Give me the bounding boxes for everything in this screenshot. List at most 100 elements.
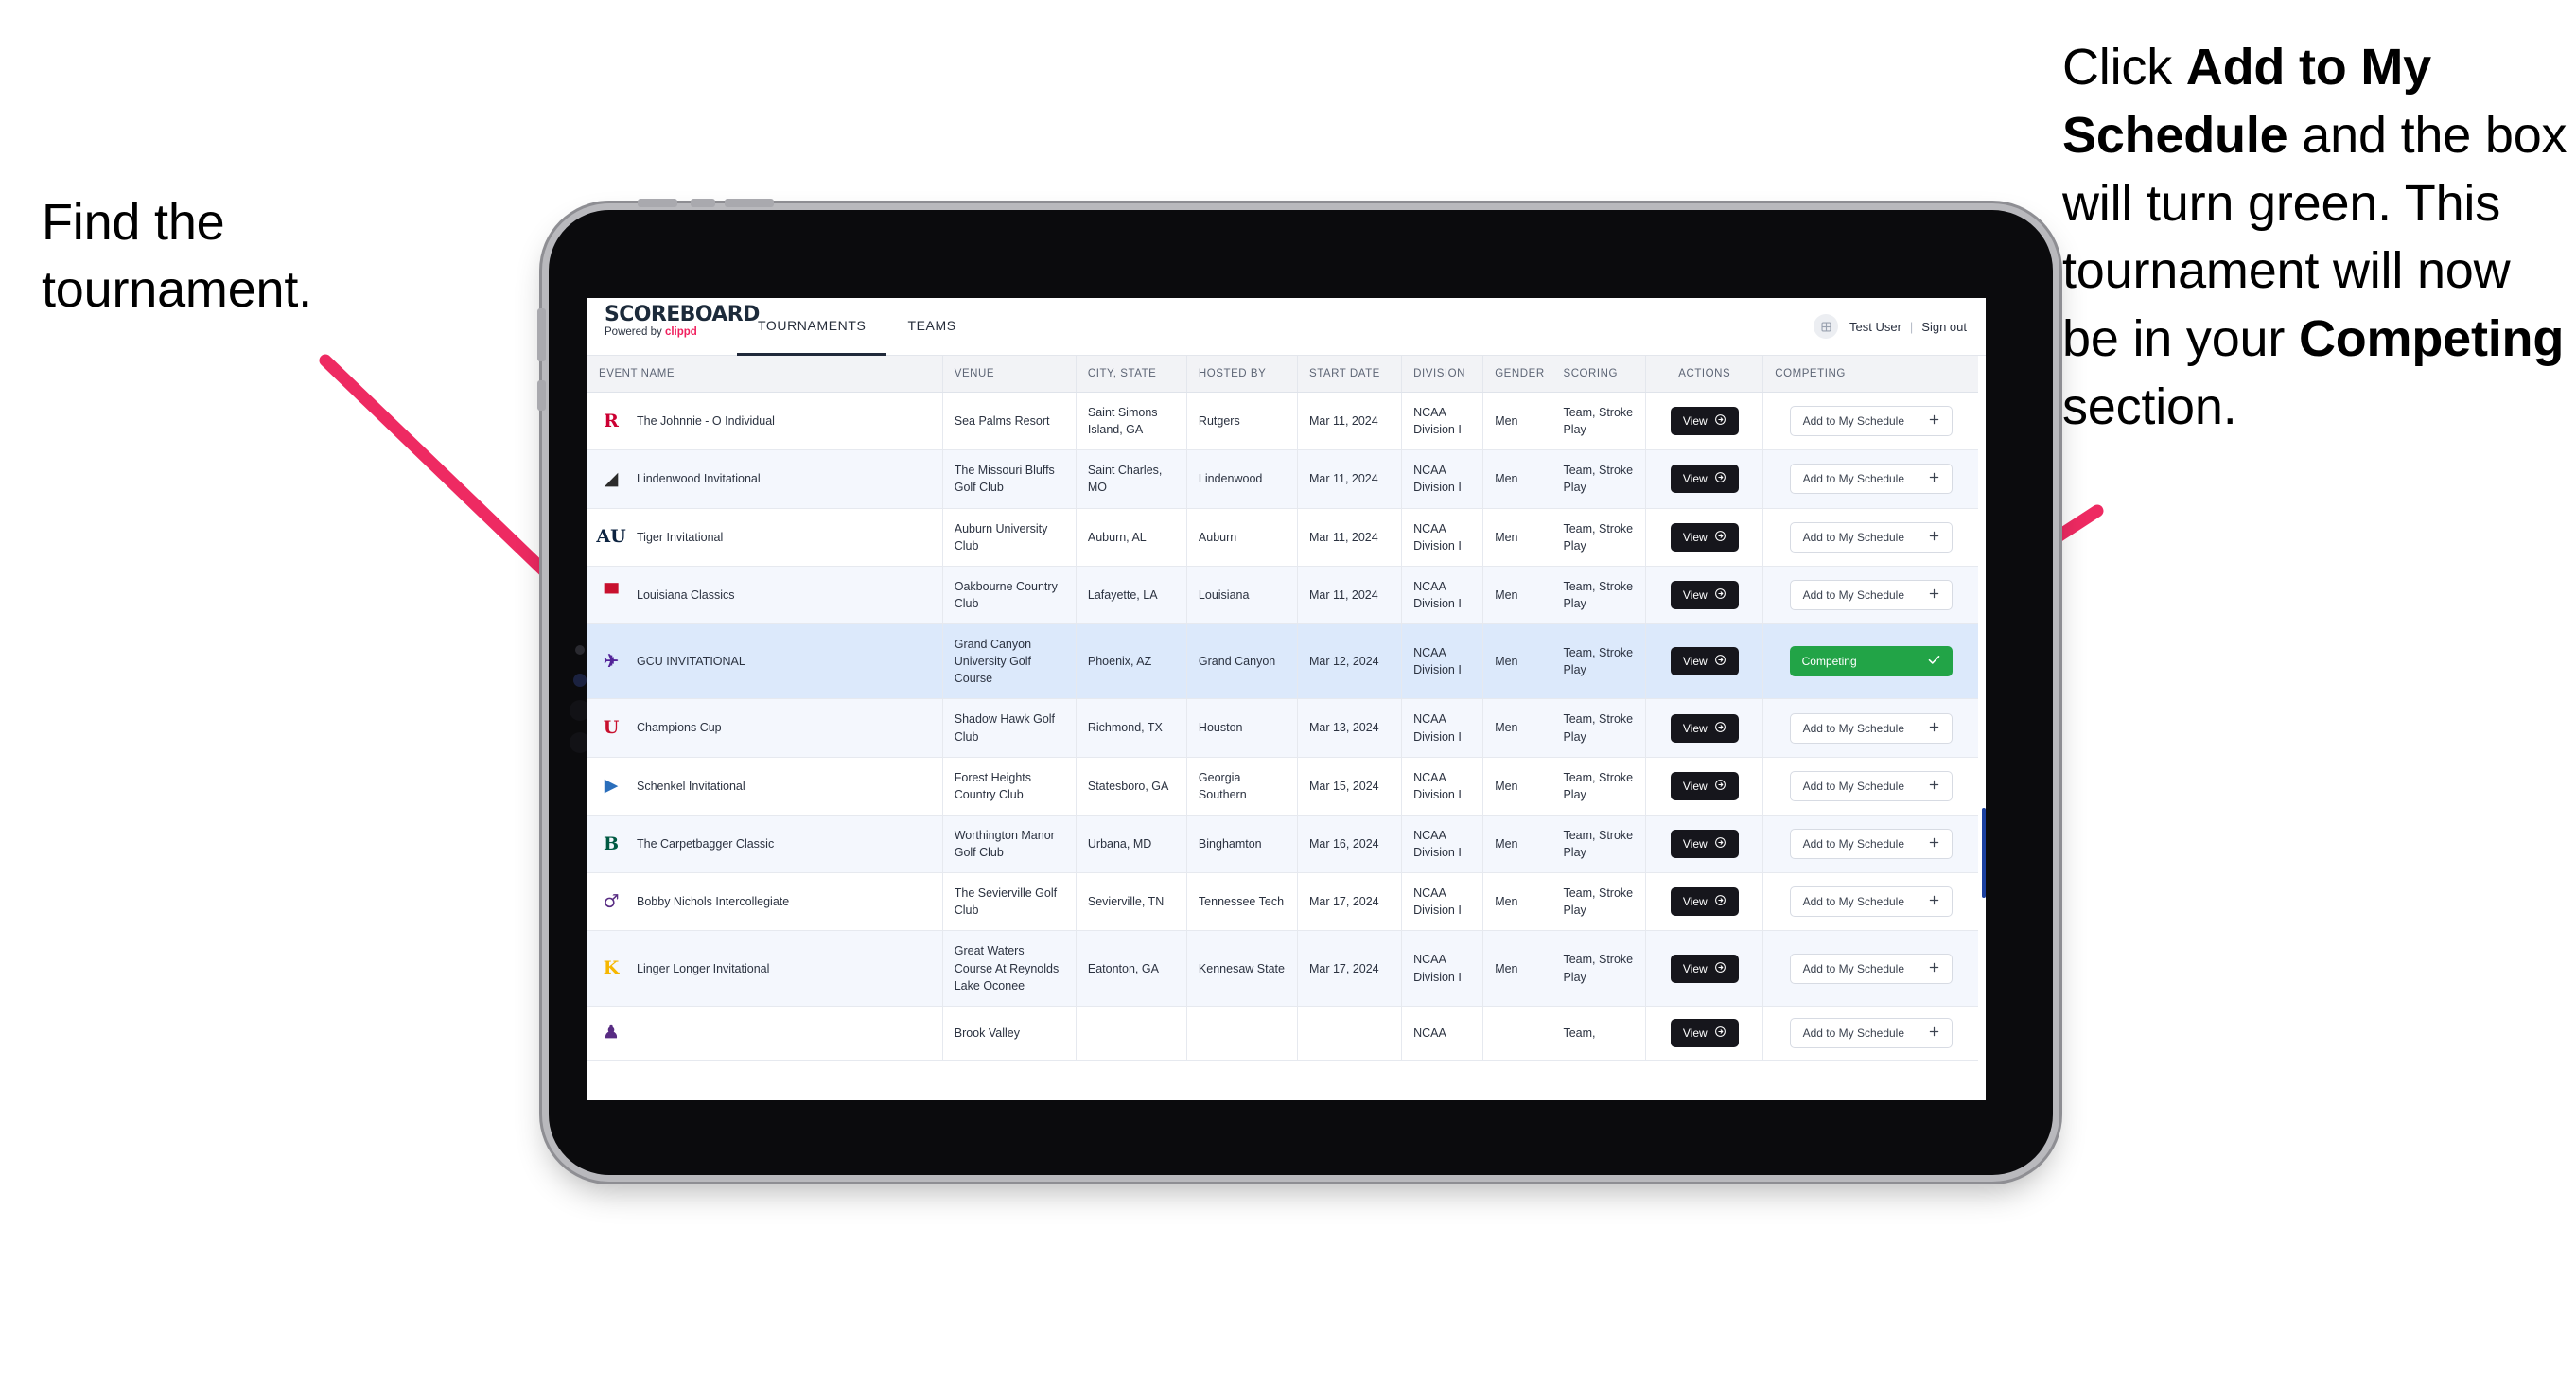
table-row[interactable]: ♂ Bobby Nichols Intercollegiate The Sevier… [587,872,1978,932]
add-to-my-schedule-button[interactable]: Add to My Schedule [1789,953,1953,984]
vertical-scrollbar-thumb[interactable] [1982,808,1986,898]
cell-competing: Add to My Schedule [1762,566,1978,625]
view-button[interactable]: View [1670,830,1739,858]
cell-event-name: ✈ GCU INVITATIONAL [587,623,943,700]
cell-city-state: Auburn, AL [1076,508,1187,567]
column-header-event[interactable]: EVENT NAME [587,356,943,393]
tournaments-table-container[interactable]: EVENT NAME VENUE CITY, STATE HOSTED BY START… [587,356,1986,1100]
table-row[interactable]: U Champions Cup Shadow Hawk Golf Club Richm… [587,698,1978,758]
cell-actions: View [1645,508,1764,567]
event-name-label: Lindenwood Invitational [637,472,761,486]
event-name-label: Linger Longer Invitational [637,961,770,975]
arrow-circle-right-icon [1714,588,1726,603]
column-header-scoring[interactable]: SCORING [1551,356,1647,393]
view-button[interactable]: View [1670,465,1739,494]
tablet-top-button-2[interactable] [691,199,715,207]
view-button[interactable]: View [1670,771,1739,800]
cell-scoring: Team, Stroke Play [1551,930,1647,1007]
add-to-my-schedule-button[interactable]: Add to My Schedule [1789,579,1953,610]
table-row[interactable]: R The Johnnie - O Individual Sea Palms Res… [587,392,1978,451]
tablet-camera-lens [573,674,587,687]
cell-division: NCAA Division I [1401,698,1484,758]
tablet-top-button-1[interactable] [638,199,677,207]
account-area: Test User | Sign out [1814,298,1986,355]
table-row[interactable]: ▀ Louisiana Classics Oakbourne Country Clu… [587,566,1978,625]
tab-tournaments-label: TOURNAMENTS [758,318,867,333]
cell-actions: View [1645,930,1764,1007]
cell-division: NCAA Division I [1401,566,1484,625]
cell-venue: Brook Valley [942,1006,1077,1061]
column-header-actions[interactable]: ACTIONS [1645,356,1764,393]
cell-competing: Add to My Schedule [1762,872,1978,932]
view-button[interactable]: View [1670,887,1739,917]
column-header-division[interactable]: DIVISION [1401,356,1484,393]
table-header-row: EVENT NAME VENUE CITY, STATE HOSTED BY START… [587,356,1978,393]
column-header-venue[interactable]: VENUE [942,356,1077,393]
tablet-top-button-3[interactable] [725,199,774,207]
table-row[interactable]: AU Tiger Invitational Auburn University Cl… [587,508,1978,567]
table-row[interactable]: ◢ Lindenwood Invitational The Missouri Blu… [587,449,1978,509]
view-button[interactable]: View [1670,1018,1739,1047]
tab-teams[interactable]: TEAMS [886,298,976,356]
add-to-my-schedule-button[interactable]: Add to My Schedule [1789,770,1953,801]
add-to-my-schedule-button[interactable]: Add to My Schedule [1789,829,1953,859]
cell-division: NCAA Division I [1401,930,1484,1007]
cell-start-date: Mar 11, 2024 [1297,392,1403,451]
tablet-volume-up-button[interactable] [537,308,546,361]
cell-hosted-by [1186,1006,1298,1061]
cell-venue: The Missouri Bluffs Golf Club [942,449,1077,509]
binghamton-bearcats-logo: B [603,833,620,854]
event-name-label: Bobby Nichols Intercollegiate [637,895,790,909]
add-to-my-schedule-button[interactable]: Add to My Schedule [1789,1017,1953,1048]
cell-city-state: Urbana, MD [1076,815,1187,874]
annotation-right-part-3: Competing [2298,310,2565,368]
cell-actions: View [1645,449,1764,509]
tablet-volume-down-button[interactable] [537,380,546,411]
view-button-label: View [1682,1026,1708,1040]
plus-icon [1929,531,1939,544]
view-button[interactable]: View [1670,580,1739,609]
cell-start-date: Mar 12, 2024 [1297,623,1403,700]
table-row[interactable]: ♟ Brook Valley NCAA Team, View Add to My Sche… [587,1006,1978,1061]
cell-city-state: Phoenix, AZ [1076,623,1187,700]
view-button[interactable]: View [1670,713,1739,743]
cell-city-state: Saint Charles, MO [1076,449,1187,509]
view-button[interactable]: View [1670,407,1739,436]
column-header-start[interactable]: START DATE [1297,356,1403,393]
event-name-label: GCU INVITATIONAL [637,655,745,669]
cell-city-state [1076,1006,1187,1061]
add-to-my-schedule-button[interactable]: Add to My Schedule [1789,712,1953,744]
view-button-label: View [1682,895,1708,909]
cell-venue: Sea Palms Resort [942,392,1077,451]
east-carolina-pirates-logo: ♟ [603,1022,620,1044]
table-row[interactable]: B The Carpetbagger Classic Worthington Man… [587,815,1978,874]
cell-actions: View [1645,872,1764,932]
cell-scoring: Team, Stroke Play [1551,392,1647,451]
cell-hosted-by: Grand Canyon [1186,623,1298,700]
cell-actions: View [1645,623,1764,700]
table-row[interactable]: K Linger Longer Invitational Great Waters … [587,930,1978,1007]
view-button[interactable]: View [1670,522,1739,552]
brand-logo[interactable]: SCOREBOARD Powered by clippd [587,298,760,355]
competing-status-button[interactable]: Competing [1789,646,1953,677]
table-row[interactable]: ▶ Schenkel Invitational Forest Heights Cou… [587,757,1978,816]
view-button[interactable]: View [1670,954,1739,983]
column-header-host[interactable]: HOSTED BY [1186,356,1298,393]
view-button[interactable]: View [1670,647,1739,676]
add-to-my-schedule-button[interactable]: Add to My Schedule [1789,406,1953,437]
table-row[interactable]: ✈ GCU INVITATIONAL Grand Canyon University… [587,623,1978,700]
cell-venue: Worthington Manor Golf Club [942,815,1077,874]
sign-out-link[interactable]: Sign out [1921,320,1967,334]
column-header-gender[interactable]: GENDER [1482,356,1552,393]
brand-tagline-prefix: Powered by [605,326,665,339]
cell-venue: Great Waters Course At Reynolds Lake Oco… [942,930,1077,1007]
tab-tournaments[interactable]: TOURNAMENTS [737,298,887,356]
user-avatar-icon[interactable] [1814,314,1838,339]
add-to-my-schedule-button[interactable]: Add to My Schedule [1789,464,1953,495]
column-header-city[interactable]: CITY, STATE [1076,356,1187,393]
event-name-label: Schenkel Invitational [637,779,745,793]
column-header-competing[interactable]: COMPETING [1762,356,1978,393]
add-to-my-schedule-button[interactable]: Add to My Schedule [1789,521,1953,553]
add-to-my-schedule-button[interactable]: Add to My Schedule [1789,886,1953,918]
cell-scoring: Team, Stroke Play [1551,449,1647,509]
